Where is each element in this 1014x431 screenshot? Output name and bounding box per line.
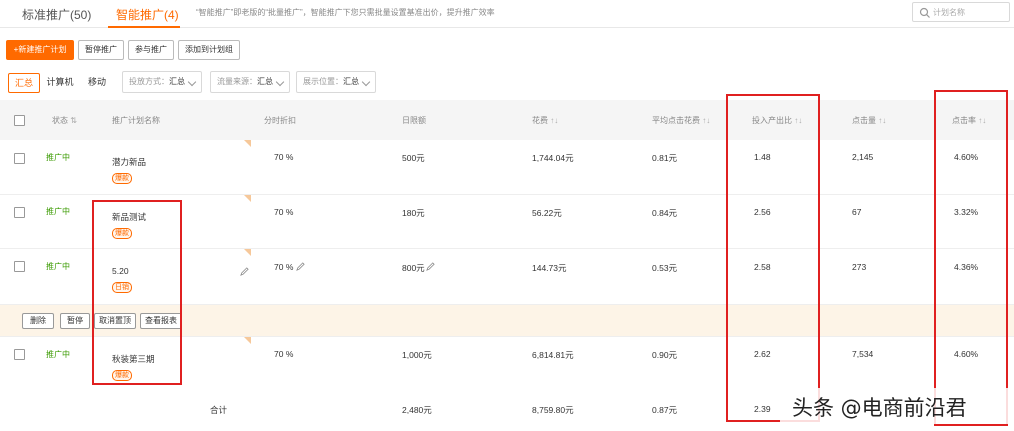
pause-promotion-button[interactable]: 暂停推广 — [78, 40, 124, 60]
sort-icon: ↑↓ — [550, 116, 559, 125]
cost-value: 6,814.81元 — [532, 350, 574, 360]
status-text: 推广中 — [46, 350, 70, 359]
header-cost[interactable]: 花费 ↑↓ — [532, 115, 558, 126]
display-position-label: 展示位置： — [303, 77, 343, 86]
traffic-source-value: 汇总 — [257, 77, 273, 86]
chevron-down-icon — [275, 77, 285, 87]
plan-search-input[interactable] — [933, 5, 1007, 19]
watermark-text: 头条 @电商前沿君 — [792, 396, 967, 420]
avg-cpc-value: 0.53元 — [652, 263, 678, 273]
clicks-value: 273 — [852, 262, 867, 272]
row-checkbox[interactable] — [14, 349, 25, 360]
clicks-value: 7,534 — [852, 349, 874, 359]
row-checkbox[interactable] — [14, 207, 25, 218]
highlight-box-ctr — [934, 90, 1008, 426]
time-discount-value: 70 % — [274, 262, 294, 272]
traffic-source-label: 流量来源： — [217, 77, 257, 86]
chevron-down-icon — [361, 77, 371, 87]
total-label: 合计 — [210, 405, 228, 415]
row-corner-marker — [244, 140, 251, 147]
avg-cpc-value: 0.90元 — [652, 350, 678, 360]
smart-promotion-hint: “智能推广”即老版的“批量推广”，智能推广下您只需批量设置基准出价，提升推广效率 — [196, 8, 495, 17]
cost-value: 144.73元 — [532, 263, 567, 273]
table-row: 推广中 潜力新品 爆款 70 % 500元 1,744.04元 0.81元 1.… — [0, 140, 1014, 195]
total-cost-value: 8,759.80元 — [532, 405, 574, 415]
join-promotion-button[interactable]: 参与推广 — [128, 40, 174, 60]
total-budget-value: 2,480元 — [402, 405, 432, 415]
status-text: 推广中 — [46, 262, 70, 271]
tab-smart-promotion[interactable]: 智能推广(4) — [116, 6, 179, 23]
clicks-value: 2,145 — [852, 152, 874, 162]
tab-standard-promotion[interactable]: 标准推广(50) — [22, 6, 91, 23]
cost-value: 1,744.04元 — [532, 153, 574, 163]
traffic-source-dropdown[interactable]: 流量来源：汇总 — [210, 71, 290, 93]
header-clicks[interactable]: 点击量 ↑↓ — [852, 115, 886, 126]
row-corner-marker — [244, 249, 251, 256]
active-tab-indicator — [108, 26, 180, 28]
edit-pencil-icon[interactable] — [240, 267, 249, 276]
row-corner-marker — [244, 337, 251, 344]
chevron-down-icon — [187, 77, 197, 87]
edit-pencil-icon[interactable] — [426, 262, 435, 271]
row-checkbox[interactable] — [14, 153, 25, 164]
time-discount-value: 70 % — [274, 207, 294, 217]
edit-pencil-icon[interactable] — [296, 262, 305, 271]
row-corner-marker — [244, 195, 251, 202]
top-tab-bar: 标准推广(50) 智能推广(4) “智能推广”即老版的“批量推广”，智能推广下您… — [0, 0, 1014, 28]
delivery-method-label: 投放方式： — [129, 77, 169, 86]
filter-tab-summary[interactable]: 汇总 — [8, 73, 40, 93]
total-avg-cpc-value: 0.87元 — [652, 405, 678, 415]
clicks-value: 67 — [852, 207, 862, 217]
daily-budget-value: 180元 — [402, 208, 425, 218]
delivery-method-dropdown[interactable]: 投放方式：汇总 — [122, 71, 202, 93]
cost-value: 56.22元 — [532, 208, 562, 218]
daily-budget-value: 500元 — [402, 153, 425, 163]
display-position-dropdown[interactable]: 展示位置：汇总 — [296, 71, 376, 93]
daily-budget-value: 1,000元 — [402, 350, 432, 360]
highlight-box-plan-names — [92, 200, 182, 385]
header-avg-cpc[interactable]: 平均点击花费 ↑↓ — [652, 115, 710, 126]
status-text: 推广中 — [46, 207, 70, 216]
delete-button[interactable]: 删除 — [22, 313, 54, 329]
header-time-discount: 分时折扣 — [264, 116, 296, 125]
daily-budget-value: 800元 — [402, 263, 425, 273]
add-to-plan-group-button[interactable]: 添加到计划组 — [178, 40, 240, 60]
time-discount-value: 70 % — [274, 349, 294, 359]
plan-search-box[interactable] — [912, 2, 1010, 22]
header-daily-budget: 日限额 — [402, 116, 426, 125]
time-discount-value: 70 % — [274, 152, 294, 162]
header-status[interactable]: 状态 ⇅ — [52, 115, 77, 126]
sort-icon: ↑↓ — [702, 116, 711, 125]
status-text: 推广中 — [46, 153, 70, 162]
avg-cpc-value: 0.81元 — [652, 153, 678, 163]
display-position-value: 汇总 — [343, 77, 359, 86]
table-header: 状态 ⇅ 推广计划名称 分时折扣 日限额 花费 ↑↓ 平均点击花费 ↑↓ 投入产… — [0, 100, 1014, 140]
new-plan-button[interactable]: +新建推广计划 — [6, 40, 74, 60]
plan-name-link[interactable]: 潜力新品 — [112, 156, 146, 168]
header-plan-name: 推广计划名称 — [112, 116, 160, 125]
pause-button[interactable]: 暂停 — [60, 313, 90, 329]
filter-tab-computer[interactable]: 计算机 — [44, 73, 76, 93]
plan-tag-badge: 爆款 — [112, 173, 132, 184]
filter-tab-mobile[interactable]: 移动 — [82, 73, 112, 93]
delivery-method-value: 汇总 — [169, 77, 185, 86]
sort-icon: ↑↓ — [878, 116, 887, 125]
sort-icon: ⇅ — [70, 116, 77, 125]
select-all-checkbox[interactable] — [14, 115, 25, 126]
search-icon — [919, 7, 930, 18]
row-checkbox[interactable] — [14, 261, 25, 272]
avg-cpc-value: 0.84元 — [652, 208, 678, 218]
highlight-box-roi — [726, 94, 820, 422]
